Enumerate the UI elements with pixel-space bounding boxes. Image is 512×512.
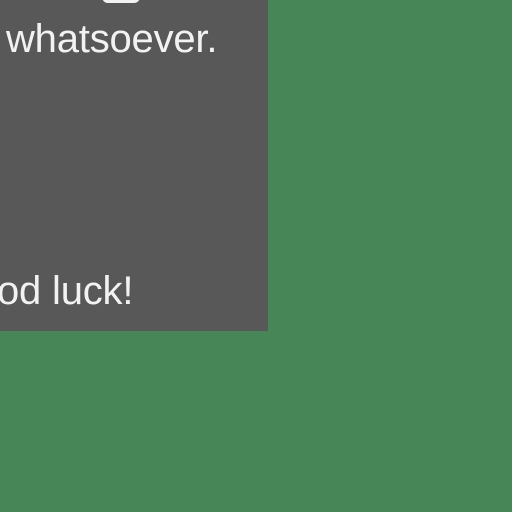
page: { "window": { "background": "#478656" },… xyxy=(0,0,512,512)
message-line: whatsoever. xyxy=(6,17,218,61)
message-line: od luck! xyxy=(0,269,134,313)
cropped-text-fragment xyxy=(102,0,140,3)
message-panel: whatsoever. od luck! xyxy=(0,0,268,331)
